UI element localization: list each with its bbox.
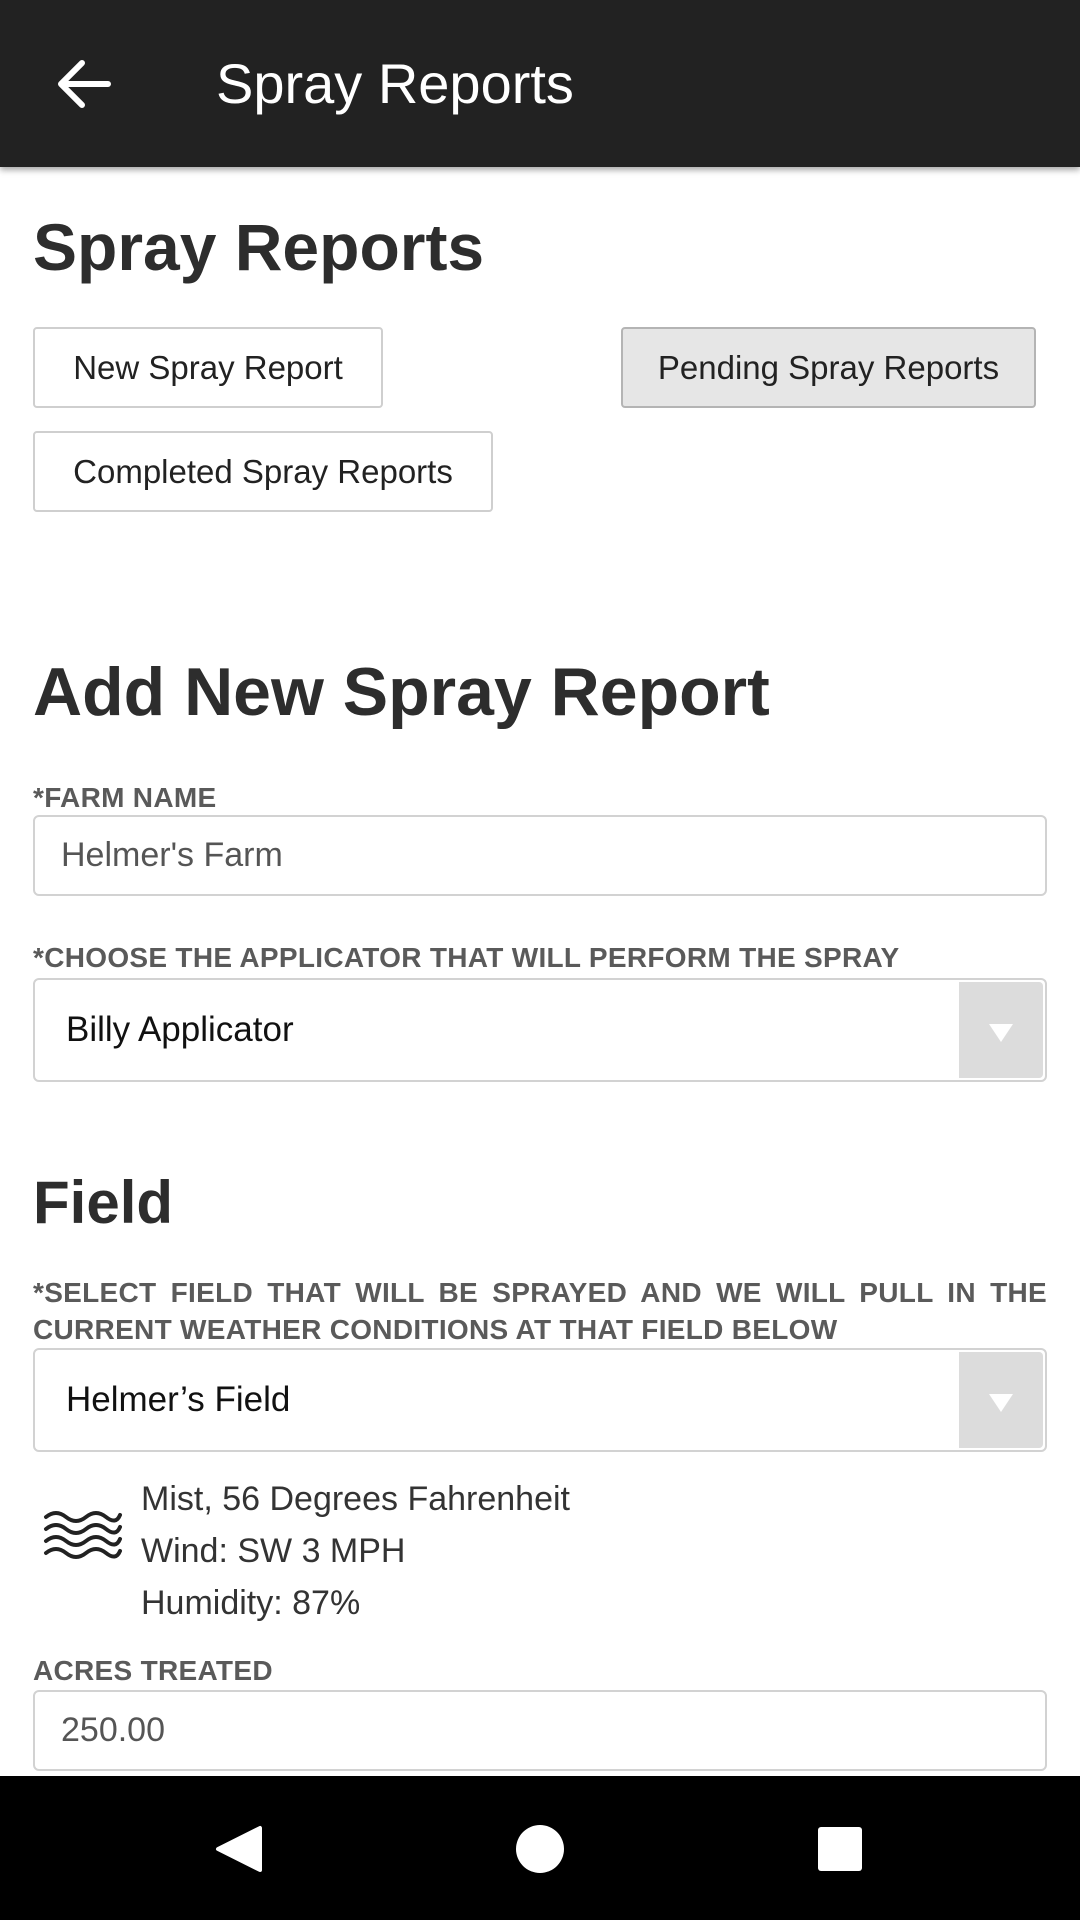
weather-conditions: Mist, 56 Degrees Fahrenheit Wind: SW 3 M… <box>33 1477 1047 1637</box>
farm-name-label: *FARM NAME <box>33 782 217 813</box>
add-report-heading: Add New Spray Report <box>33 654 770 730</box>
farm-name-input[interactable] <box>33 815 1047 896</box>
mist-icon <box>44 1511 122 1559</box>
weather-condition-text: Mist, 56 Degrees Fahrenheit <box>141 1480 570 1518</box>
acres-treated-input[interactable] <box>33 1690 1047 1771</box>
acres-treated-label: ACRES TREATED <box>33 1655 273 1686</box>
app-bar: Spray Reports <box>0 0 1080 167</box>
nav-home-icon[interactable] <box>505 1814 575 1884</box>
nav-back-icon[interactable] <box>204 1814 274 1884</box>
page-content: Spray Reports New Spray Report Pending S… <box>0 167 1080 1776</box>
page-title: Spray Reports <box>33 210 485 284</box>
applicator-dropdown-toggle[interactable] <box>959 982 1043 1078</box>
field-dropdown-toggle[interactable] <box>959 1352 1043 1448</box>
system-navigation-bar <box>0 1776 1080 1920</box>
applicator-label: *CHOOSE THE APPLICATOR THAT WILL PERFORM… <box>33 942 900 973</box>
applicator-select[interactable]: Billy Applicator <box>33 978 1047 1082</box>
pending-spray-reports-button[interactable]: Pending Spray Reports <box>621 327 1036 408</box>
nav-recents-icon[interactable] <box>805 1814 875 1884</box>
field-section-heading: Field <box>33 1169 174 1236</box>
weather-wind-text: Wind: SW 3 MPH <box>141 1532 406 1570</box>
field-selected-value: Helmer’s Field <box>66 1380 291 1419</box>
completed-spray-reports-button[interactable]: Completed Spray Reports <box>33 431 493 512</box>
arrow-back-icon[interactable] <box>54 56 114 112</box>
field-select-label: *SELECT FIELD THAT WILL BE SPRAYED AND W… <box>33 1277 1047 1345</box>
chevron-down-icon <box>989 1024 1013 1042</box>
applicator-selected-value: Billy Applicator <box>66 1010 294 1049</box>
new-spray-report-button[interactable]: New Spray Report <box>33 327 383 408</box>
weather-humidity-text: Humidity: 87% <box>141 1584 361 1622</box>
chevron-down-icon <box>989 1394 1013 1412</box>
app-bar-title: Spray Reports <box>216 52 574 115</box>
field-select[interactable]: Helmer’s Field <box>33 1348 1047 1452</box>
